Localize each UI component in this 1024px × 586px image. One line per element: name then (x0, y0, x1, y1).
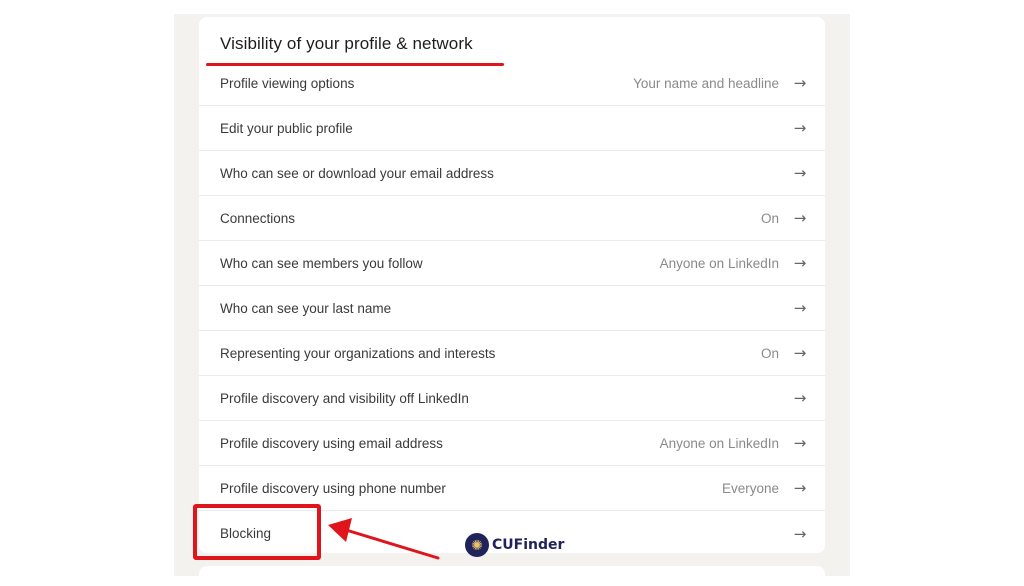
arrow-right-icon: → (793, 254, 807, 272)
starburst-icon: ✺ (465, 533, 489, 557)
settings-list: Profile viewing options Your name and he… (199, 61, 825, 553)
arrow-right-icon: → (793, 434, 807, 452)
row-label: Connections (220, 210, 296, 226)
visibility-settings-card: Visibility of your profile & network Pro… (199, 17, 825, 553)
watermark-text: CUFinder (492, 537, 565, 553)
row-label: Representing your organizations and inte… (220, 345, 496, 361)
arrow-right-icon: → (793, 209, 807, 227)
row-label: Profile discovery using phone number (220, 480, 446, 496)
arrow-right-icon: → (793, 524, 807, 543)
next-card-edge (199, 566, 825, 586)
row-label: Profile viewing options (220, 75, 355, 91)
settings-row-organizations-interests[interactable]: Representing your organizations and inte… (199, 331, 825, 376)
row-label: Edit your public profile (220, 120, 353, 136)
settings-row-connections[interactable]: Connections On → (199, 196, 825, 241)
blocking-highlight-box (193, 504, 321, 560)
row-value: Anyone on LinkedIn (659, 435, 779, 451)
row-label: Who can see or download your email addre… (220, 165, 494, 181)
title-underline-annotation (206, 63, 504, 66)
row-value: On (760, 210, 779, 226)
arrow-right-icon: → (793, 389, 807, 407)
row-label: Who can see members you follow (220, 255, 423, 271)
row-value: On (760, 345, 779, 361)
section-title: Visibility of your profile & network (220, 34, 473, 53)
arrow-right-icon: → (793, 164, 807, 182)
arrow-right-icon: → (793, 299, 807, 317)
settings-row-members-you-follow[interactable]: Who can see members you follow Anyone on… (199, 241, 825, 286)
settings-row-profile-viewing-options[interactable]: Profile viewing options Your name and he… (199, 61, 825, 106)
arrow-right-icon: → (793, 74, 807, 92)
row-value: Anyone on LinkedIn (659, 255, 779, 271)
row-label: Profile discovery and visibility off Lin… (220, 390, 469, 406)
arrow-right-icon: → (793, 479, 807, 497)
row-value: Your name and headline (633, 75, 779, 91)
settings-row-discovery-email[interactable]: Profile discovery using email address An… (199, 421, 825, 466)
cufinder-watermark: ✺ CUFinder (465, 533, 564, 557)
arrow-right-icon: → (793, 119, 807, 137)
row-value: Everyone (721, 480, 779, 496)
settings-row-discovery-off-linkedin[interactable]: Profile discovery and visibility off Lin… (199, 376, 825, 421)
settings-row-email-visibility[interactable]: Who can see or download your email addre… (199, 151, 825, 196)
settings-row-edit-public-profile[interactable]: Edit your public profile → (199, 106, 825, 151)
arrow-right-icon: → (793, 344, 807, 362)
settings-row-last-name[interactable]: Who can see your last name → (199, 286, 825, 331)
row-label: Profile discovery using email address (220, 435, 443, 451)
row-label: Who can see your last name (220, 300, 392, 316)
